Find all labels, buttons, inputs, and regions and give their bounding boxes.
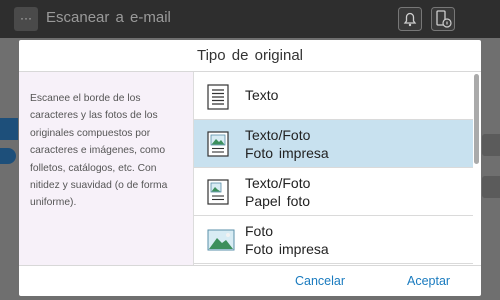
option-texto-foto-impresa[interactable]: Texto/Foto Foto impresa (194, 120, 473, 168)
app-title: Escanear a e-mail (46, 9, 171, 26)
text-photo-paper-icon (207, 179, 229, 205)
option-foto-impresa[interactable]: Foto Foto impresa (194, 216, 473, 264)
list-scrollbar[interactable] (474, 74, 479, 164)
description-panel: Escanee el borde de los caracteres y las… (19, 72, 194, 265)
option-label-line1: Foto (245, 223, 274, 239)
accept-button[interactable]: Aceptar (407, 274, 450, 288)
option-label-line1: Texto/Foto (245, 127, 311, 143)
option-texto[interactable]: Texto (194, 72, 473, 120)
cancel-button[interactable]: Cancelar (295, 274, 345, 288)
description-text: Escanee el borde de los caracteres y las… (30, 93, 168, 209)
app-header: ··· Escanear a e-mail (0, 0, 500, 38)
phone-info-icon[interactable] (431, 7, 455, 31)
background-side-button (482, 176, 500, 198)
original-type-dialog: Tipo de original Escanee el borde de los… (19, 40, 481, 296)
option-label-line1: Texto (245, 87, 279, 103)
dialog-title: Tipo de original (19, 40, 481, 72)
dialog-footer: Cancelar Aceptar (19, 265, 481, 296)
option-label-line2: Foto impresa (245, 145, 329, 161)
option-texto-foto-papel[interactable]: Texto/Foto Papel foto (194, 168, 473, 216)
photo-icon (207, 229, 235, 251)
background-side-button (482, 134, 500, 156)
background-tab (0, 118, 18, 140)
menu-button[interactable]: ··· (14, 7, 38, 31)
bell-icon[interactable] (398, 7, 422, 31)
background-indicator (0, 148, 16, 164)
option-label-line1: Texto/Foto (245, 175, 311, 191)
text-document-icon (207, 84, 229, 110)
text-photo-icon (207, 131, 229, 157)
original-type-list: Texto Texto/Foto Foto impresa Texto/Foto… (194, 72, 481, 265)
option-label-line2: Foto impresa (245, 241, 329, 257)
option-label-line2: Papel foto (245, 193, 311, 209)
